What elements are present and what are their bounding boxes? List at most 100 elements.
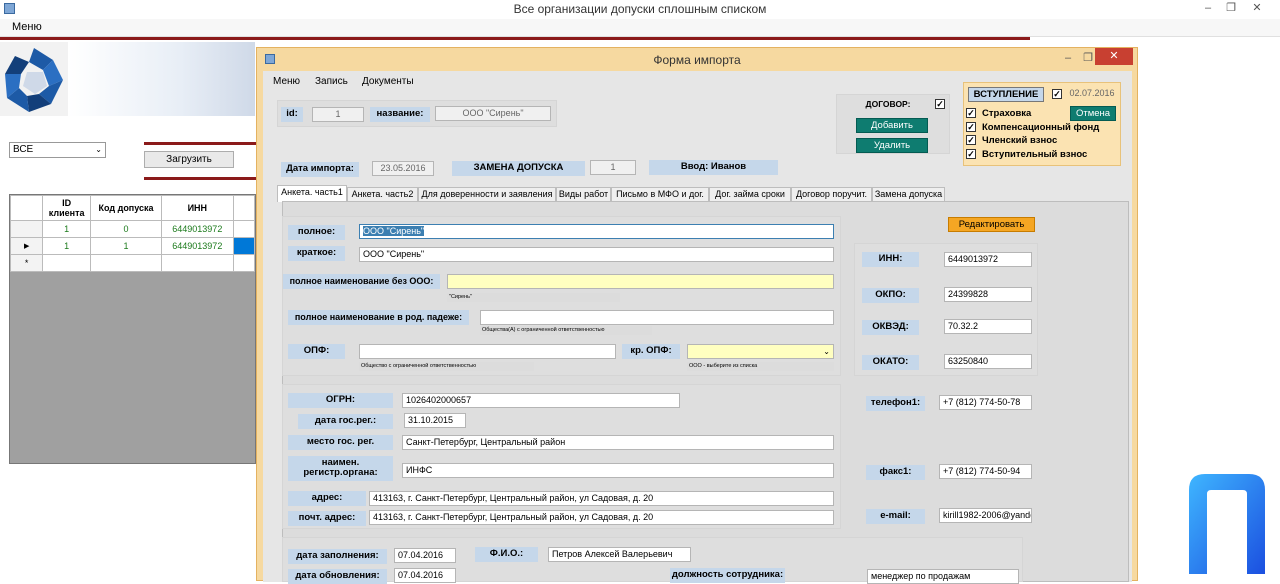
tab-replace[interactable]: Замена допуска [872, 187, 945, 202]
form-close-icon[interactable]: ✕ [1095, 48, 1133, 65]
genitive-hint: Общества(А) с ограниченной ответственнос… [480, 326, 652, 335]
full-name-label: полное: [288, 225, 345, 240]
reg-org-label-line-2: регистр.органа: [303, 467, 378, 478]
reg-date-label: дата гос.рег.: [298, 414, 393, 429]
cell-inn[interactable]: 6449013972 [161, 237, 234, 255]
short-name-input[interactable]: ООО "Сирень" [359, 247, 834, 262]
grid-header-code[interactable]: Код допуска [89, 195, 163, 221]
id-field[interactable]: 1 [312, 107, 364, 122]
grid-header-extra [232, 195, 256, 221]
cancel-button[interactable]: Отмена [1070, 106, 1116, 121]
filter-select[interactable]: ВСЕ ⌄ [9, 142, 106, 158]
ogrn-input[interactable]: 1026402000657 [402, 393, 680, 408]
email-input[interactable]: kirill1982-2006@yande [939, 508, 1032, 523]
opf-input[interactable] [359, 344, 616, 359]
cell-code[interactable]: 1 [89, 237, 163, 255]
entry-fee-checkbox[interactable]: ✓ [966, 149, 976, 159]
cell-extra-selected[interactable] [232, 237, 256, 255]
delete-button[interactable]: Удалить [856, 138, 928, 153]
insurance-label: Страховка [982, 108, 1032, 119]
edit-button[interactable]: Редактировать [948, 217, 1035, 232]
form-menu-item[interactable]: Меню [273, 76, 300, 87]
membership-checkbox[interactable]: ✓ [966, 135, 976, 145]
form-title: Форма импорта [653, 53, 741, 67]
cell-empty[interactable] [89, 254, 163, 272]
form-menu-item[interactable]: Запись [315, 76, 348, 87]
load-button[interactable]: Загрузить [144, 151, 234, 168]
new-row-marker[interactable]: * [9, 254, 44, 272]
reg-place-label: место гос. рег. [288, 435, 393, 450]
menu-item-menu[interactable]: Меню [12, 21, 42, 33]
cell-id[interactable]: 1 [42, 220, 91, 238]
postal-address-input[interactable]: 413163, г. Санкт-Петербург, Центральный … [369, 510, 834, 525]
fax-label: факс1: [866, 465, 925, 480]
no-ooo-hint: "Сирень" [447, 293, 620, 302]
no-ooo-label: полное наименование без ООО: [283, 274, 440, 289]
entry-fee-label: Вступительный взнос [982, 149, 1088, 160]
decor-line [144, 142, 256, 145]
cell-inn[interactable]: 6449013972 [161, 220, 234, 238]
tab-guarantee[interactable]: Договор поручит. [791, 187, 872, 202]
okpo-input[interactable]: 24399828 [944, 287, 1032, 302]
add-button[interactable]: Добавить [856, 118, 928, 133]
logo-area [0, 42, 255, 116]
okved-input[interactable]: 70.32.2 [944, 319, 1032, 334]
cell-empty[interactable] [42, 254, 91, 272]
close-icon[interactable]: ✕ [1244, 0, 1270, 17]
import-form-window: Форма импорта – ❐ ✕ Меню Запись Документ… [256, 47, 1138, 584]
grid-corner [9, 195, 44, 221]
tab-mfo-letter[interactable]: Письмо в МФО и дог. [611, 187, 709, 202]
phone-input[interactable]: +7 (812) 774-50-78 [939, 395, 1032, 410]
entry-date-field[interactable]: 02.07.2016 [1067, 87, 1117, 102]
no-ooo-input[interactable] [447, 274, 834, 289]
kr-opf-select[interactable]: ⌄ [687, 344, 834, 359]
contract-checkbox[interactable]: ✓ [935, 99, 945, 109]
cell-empty[interactable] [161, 254, 234, 272]
main-titlebar: Все организации допуски сплошным списком… [0, 0, 1280, 19]
reg-date-input[interactable]: 31.10.2015 [404, 413, 466, 428]
fio-input[interactable]: Петров Алексей Валерьевич [548, 547, 691, 562]
form-titlebar: Форма импорта – ❐ ✕ [257, 48, 1137, 71]
position-input[interactable]: менеджер по продажам [867, 569, 1019, 584]
name-field[interactable]: ООО "Сирень" [435, 106, 551, 121]
fill-date-input[interactable]: 07.04.2016 [394, 548, 456, 563]
tab-power-of-attorney[interactable]: Для доверенности и заявления [418, 187, 556, 202]
chevron-down-icon: ⌄ [823, 347, 830, 356]
reg-org-input[interactable]: ИНФС [402, 463, 834, 478]
inn-input[interactable]: 6449013972 [944, 252, 1032, 267]
okato-input[interactable]: 63250840 [944, 354, 1032, 369]
entry-checkbox[interactable]: ✓ [1052, 89, 1062, 99]
grid-header-inn[interactable]: ИНН [161, 195, 234, 221]
tab-anketa-2[interactable]: Анкета. часть2 [347, 187, 418, 202]
fax-input[interactable]: +7 (812) 774-50-94 [939, 464, 1032, 479]
inn-label: ИНН: [862, 252, 919, 267]
row-header[interactable] [9, 220, 44, 238]
maximize-icon[interactable]: ❐ [1218, 0, 1244, 17]
table-row[interactable]: 1 0 6449013972 [9, 220, 256, 238]
entry-label: ВСТУПЛЕНИЕ [968, 87, 1044, 102]
form-menu-item[interactable]: Документы [362, 76, 414, 87]
address-input[interactable]: 413163, г. Санкт-Петербург, Центральный … [369, 491, 834, 506]
tab-work-types[interactable]: Виды работ [556, 187, 611, 202]
tab-loan-terms[interactable]: Дог. займа сроки [709, 187, 791, 202]
table-row[interactable]: ▶ 1 1 6449013972 [9, 237, 256, 255]
cell-empty[interactable] [232, 254, 256, 272]
cell-id[interactable]: 1 [42, 237, 91, 255]
replace-field[interactable]: 1 [590, 160, 636, 175]
current-row-marker[interactable]: ▶ [9, 237, 44, 255]
tab-anketa-1[interactable]: Анкета. часть1 [277, 185, 347, 202]
clients-grid[interactable]: ID клиента Код допуска ИНН 1 0 644901397… [9, 194, 256, 464]
full-name-input[interactable]: ООО "Сирень" [359, 224, 834, 239]
table-row-new[interactable]: * [9, 254, 256, 272]
cell-code[interactable]: 0 [89, 220, 163, 238]
cell-extra[interactable] [232, 220, 256, 238]
insurance-checkbox[interactable]: ✓ [966, 108, 976, 118]
import-date-field[interactable]: 23.05.2016 [372, 161, 434, 176]
membership-label: Членский взнос [982, 135, 1058, 146]
comp-fund-label: Компенсационный фонд [982, 122, 1100, 133]
decor-line [144, 177, 256, 180]
comp-fund-checkbox[interactable]: ✓ [966, 122, 976, 132]
grid-header-id[interactable]: ID клиента [42, 195, 91, 221]
reg-place-input[interactable]: Санкт-Петербург, Центральный район [402, 435, 834, 450]
genitive-input[interactable] [480, 310, 834, 325]
